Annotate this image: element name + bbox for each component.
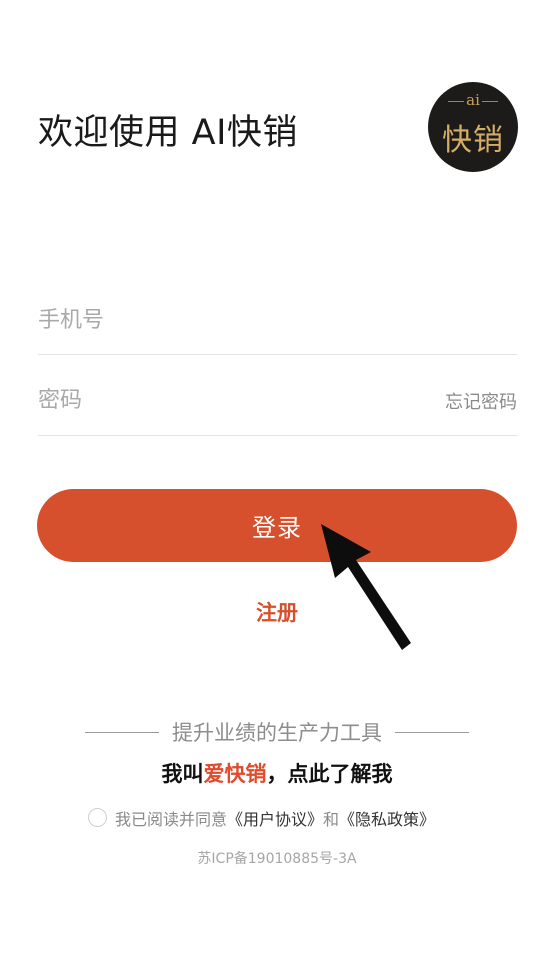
register-link[interactable]: 注册: [0, 597, 554, 627]
page-title: 欢迎使用 AI快销: [38, 113, 298, 153]
user-agreement-link[interactable]: 《用户协议》: [227, 810, 323, 829]
privacy-policy-link[interactable]: 《隐私政策》: [339, 810, 435, 829]
password-input[interactable]: [38, 377, 418, 423]
intro-suffix: ，点此了解我: [266, 762, 393, 786]
about-link[interactable]: 我叫爱快销，点此了解我: [0, 758, 554, 788]
logo-flourish-right: [482, 101, 498, 102]
slogan: 提升业绩的生产力工具: [0, 717, 554, 747]
agree-checkbox[interactable]: [88, 808, 107, 827]
agree-and: 和: [323, 810, 340, 829]
slogan-divider-right: [395, 732, 469, 733]
password-field: 忘记密码: [38, 377, 517, 436]
app-logo: ai 快销: [428, 82, 518, 172]
intro-brand-name: 爱快销: [203, 762, 267, 786]
agree-prefix: 我已阅读并同意: [115, 810, 228, 829]
slogan-text: 提升业绩的生产力工具: [172, 721, 382, 745]
logo-ai-text: ai: [466, 91, 480, 109]
phone-field: [38, 296, 517, 355]
forgot-password-link[interactable]: 忘记密码: [445, 388, 517, 414]
phone-input[interactable]: [38, 296, 418, 344]
slogan-divider-left: [85, 732, 159, 733]
logo-name-text: 快销: [442, 123, 504, 158]
login-button[interactable]: 登录: [37, 489, 517, 562]
intro-prefix: 我叫: [161, 762, 204, 786]
icp-record: 苏ICP备19010885号-3A: [197, 851, 357, 867]
agreement-text: 我已阅读并同意《用户协议》和《隐私政策》: [115, 806, 435, 830]
